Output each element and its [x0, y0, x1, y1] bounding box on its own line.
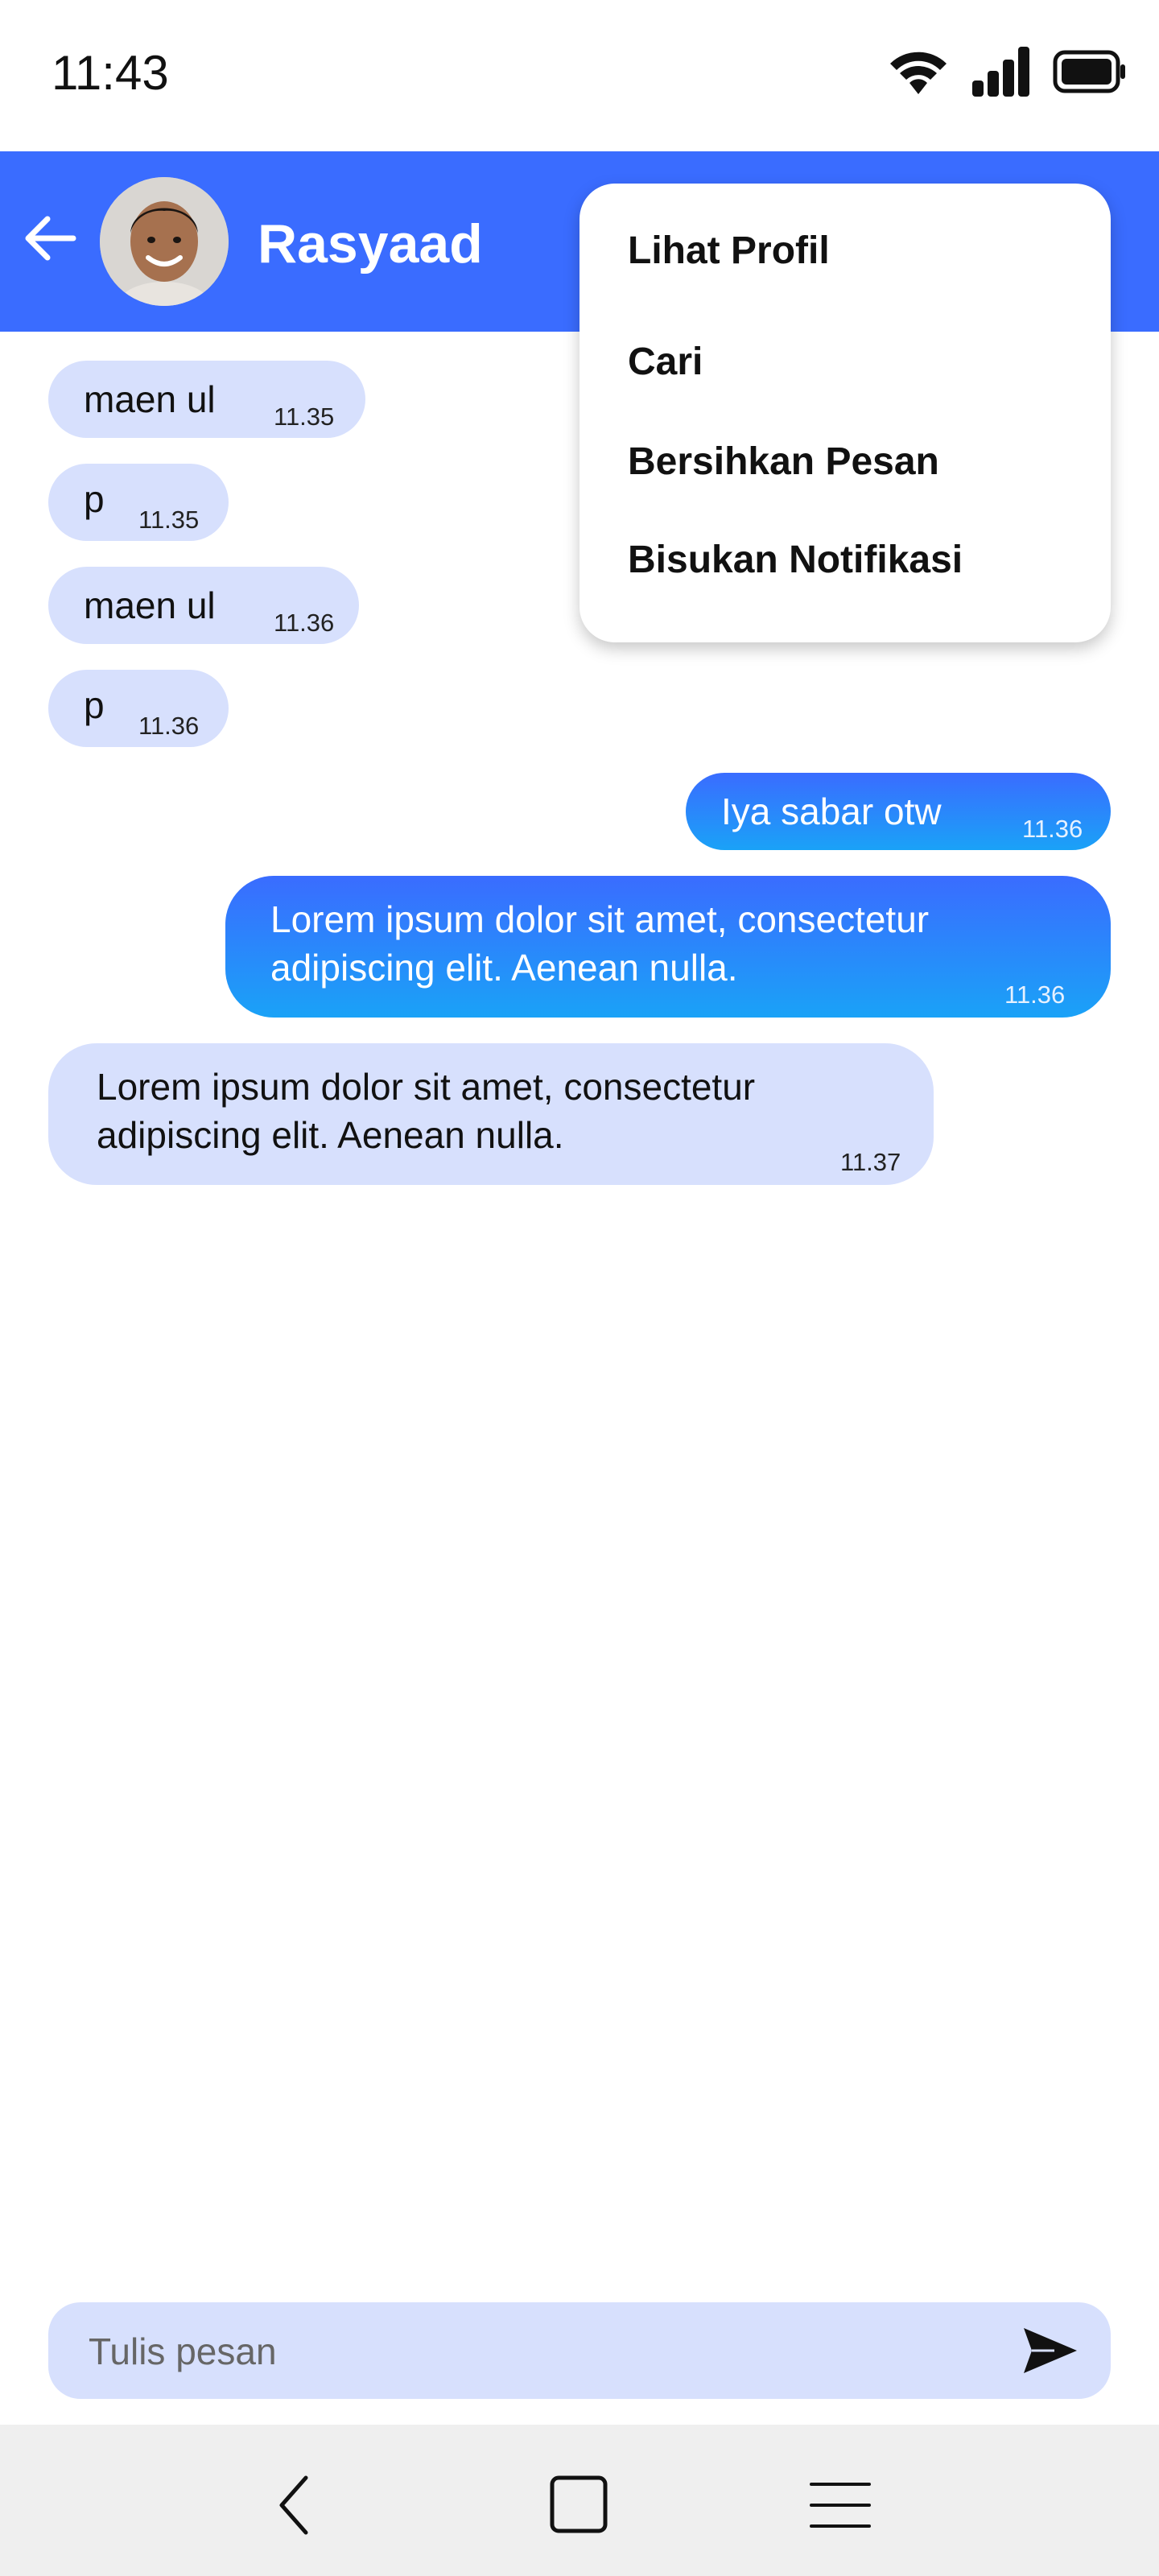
- menu-item-lihat-profil[interactable]: Lihat Profil: [628, 229, 830, 273]
- wifi-icon: [890, 52, 947, 94]
- send-button[interactable]: [1022, 2325, 1079, 2376]
- message-time: 11.36: [274, 609, 335, 637]
- battery-icon: [1053, 50, 1125, 93]
- back-button[interactable]: [18, 206, 82, 270]
- message-time: 11.35: [138, 506, 200, 534]
- nav-menu-button[interactable]: [808, 2473, 872, 2537]
- message-input[interactable]: [87, 2302, 975, 2401]
- signal-icon: [972, 47, 1029, 97]
- message-composer: [48, 2302, 1111, 2401]
- message-time: 11.36: [1022, 815, 1083, 843]
- status-bar: 11:43: [0, 0, 1159, 151]
- nav-home-button[interactable]: [547, 2473, 612, 2537]
- message-bubble-incoming[interactable]: maen ul 11.36: [48, 567, 359, 644]
- menu-item-cari[interactable]: Cari: [628, 340, 703, 384]
- message-bubble-incoming[interactable]: maen ul 11.35: [48, 361, 365, 438]
- system-nav-bar: [0, 2425, 1159, 2576]
- contact-name[interactable]: Rasyaad: [258, 213, 483, 275]
- message-bubble-incoming[interactable]: p 11.35: [48, 464, 229, 541]
- back-arrow-icon: [25, 216, 76, 261]
- options-menu: Lihat Profil Cari Bersihkan Pesan Bisuka…: [580, 184, 1111, 642]
- message-time: 11.37: [840, 1148, 901, 1176]
- message-time: 11.36: [1004, 980, 1066, 1009]
- message-text: p: [84, 684, 105, 726]
- message-time: 11.36: [138, 712, 200, 740]
- message-bubble-outgoing[interactable]: Lorem ipsum dolor sit amet, consectetur …: [225, 876, 1111, 1018]
- menu-item-bersihkan-pesan[interactable]: Bersihkan Pesan: [628, 440, 939, 484]
- back-nav-icon: [279, 2475, 308, 2535]
- message-text: maen ul: [84, 378, 216, 420]
- message-bubble-incoming[interactable]: Lorem ipsum dolor sit amet, consectetur …: [48, 1043, 934, 1185]
- status-time: 11:43: [52, 46, 169, 100]
- message-text: Lorem ipsum dolor sit amet, consectetur …: [97, 1066, 756, 1156]
- menu-item-bisukan-notifikasi[interactable]: Bisukan Notifikasi: [628, 538, 963, 582]
- send-icon: [1024, 2328, 1077, 2373]
- message-text: Iya sabar otw: [721, 791, 942, 832]
- message-time: 11.35: [274, 402, 335, 431]
- avatar-photo: [100, 177, 229, 306]
- message-bubble-outgoing[interactable]: Iya sabar otw 11.36: [686, 773, 1111, 850]
- nav-back-button[interactable]: [264, 2473, 328, 2537]
- status-icons: [887, 45, 1127, 98]
- message-text: maen ul: [84, 584, 216, 626]
- menu-nav-icon: [810, 2483, 871, 2528]
- message-text: p: [84, 478, 105, 520]
- message-text: Lorem ipsum dolor sit amet, consectetur …: [270, 898, 930, 989]
- home-nav-icon: [550, 2475, 608, 2533]
- message-bubble-incoming[interactable]: p 11.36: [48, 670, 229, 747]
- avatar[interactable]: [100, 177, 229, 306]
